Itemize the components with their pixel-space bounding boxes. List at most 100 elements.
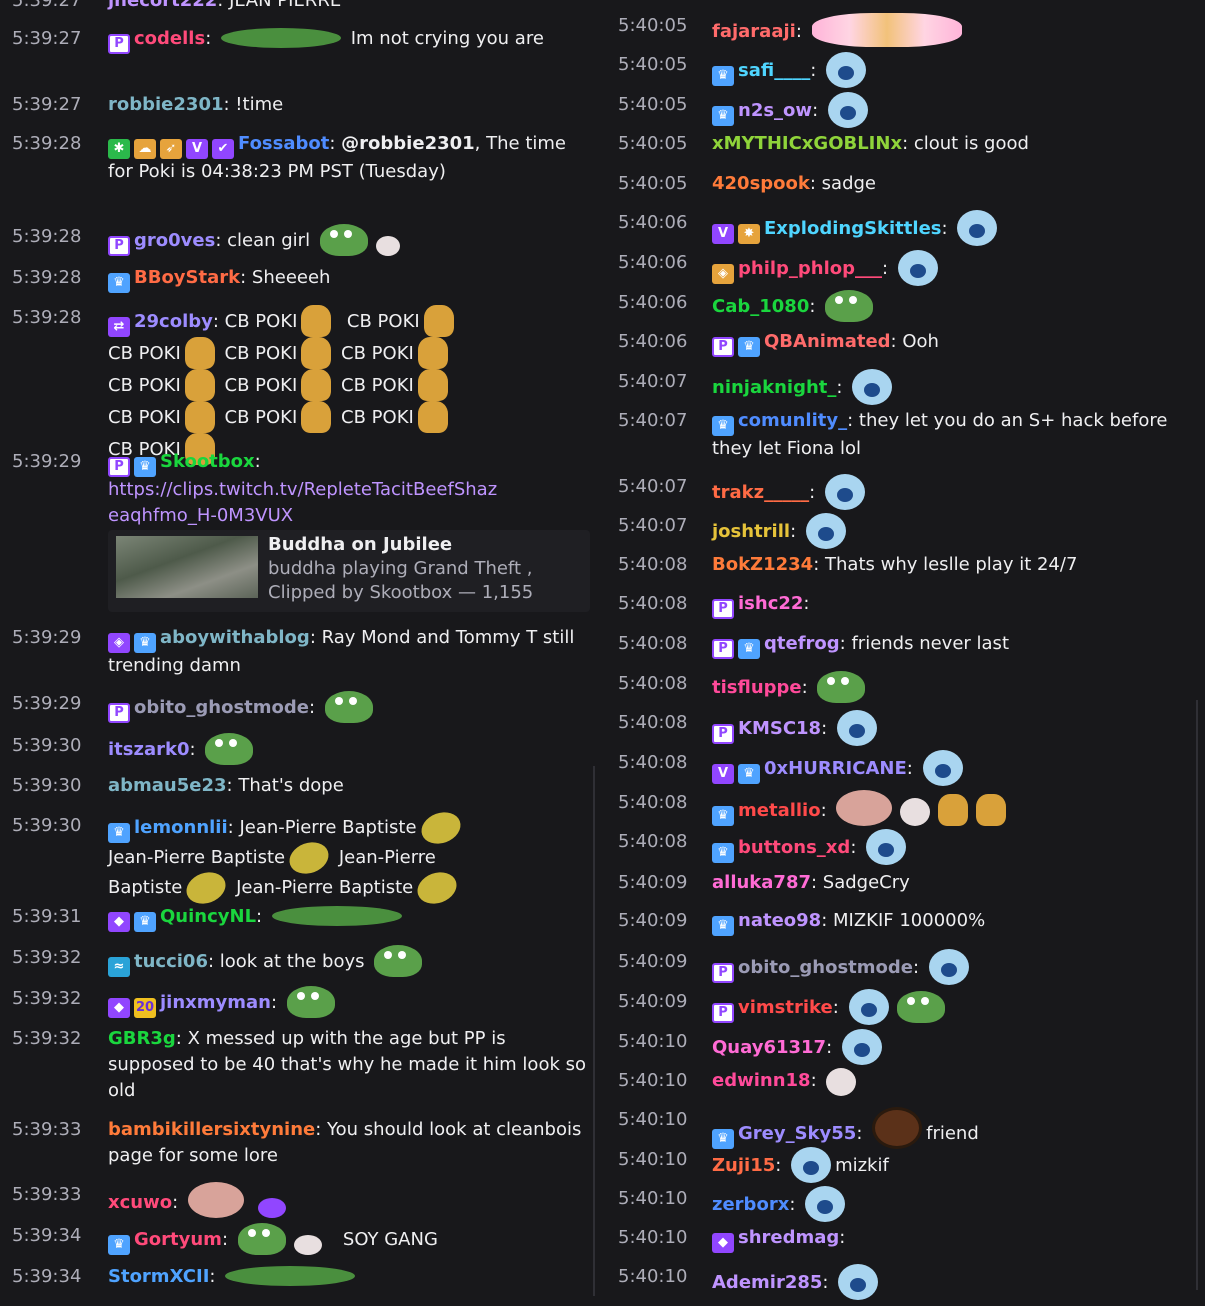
crown-badge-icon[interactable]: ♛ — [738, 639, 760, 659]
username[interactable]: 29colby — [134, 311, 213, 332]
crown-badge-icon[interactable]: ♛ — [712, 416, 734, 436]
username[interactable]: abmau5e23 — [108, 775, 227, 796]
username[interactable]: Zuji15 — [712, 1155, 775, 1176]
username[interactable]: joshtrill — [712, 521, 790, 542]
username[interactable]: Skootbox — [160, 451, 255, 472]
username[interactable]: 0xHURRICANE — [764, 758, 907, 779]
crown-badge-icon[interactable]: ♛ — [712, 806, 734, 826]
username[interactable]: tisfluppe — [712, 677, 802, 698]
prime-badge-icon[interactable]: P — [712, 963, 734, 983]
username[interactable]: jinxmyman — [160, 992, 271, 1013]
username[interactable]: Grey_Sky55 — [738, 1123, 856, 1144]
crown-badge-icon[interactable]: ♛ — [738, 764, 760, 784]
username[interactable]: Quay61317 — [712, 1037, 826, 1058]
username[interactable]: alluka787 — [712, 872, 811, 893]
crown-badge-icon[interactable]: ♛ — [712, 106, 734, 126]
gear-badge-icon[interactable]: ✱ — [108, 139, 130, 159]
gem-badge-icon[interactable]: ◆ — [108, 912, 130, 932]
username[interactable]: Gortyum — [134, 1229, 222, 1250]
username[interactable]: KMSC18 — [738, 718, 821, 739]
crown-badge-icon[interactable]: ♛ — [134, 633, 156, 653]
username[interactable]: buttons_xd — [738, 837, 850, 858]
gem-badge-icon[interactable]: ◆ — [108, 998, 130, 1018]
username[interactable]: ishc22 — [738, 593, 803, 614]
crown-badge-icon[interactable]: ♛ — [712, 66, 734, 86]
mention[interactable]: @robbie2301 — [341, 133, 475, 154]
username[interactable]: vimstrike — [738, 997, 833, 1018]
username[interactable]: xcuwo — [108, 1192, 172, 1213]
username[interactable]: ExplodingSkittles — [764, 218, 942, 239]
crown-badge-icon[interactable]: ♛ — [108, 1235, 130, 1255]
username[interactable]: safi____ — [738, 60, 810, 81]
username[interactable]: 420spook — [712, 173, 810, 194]
crown-badge-icon[interactable]: ♛ — [108, 273, 130, 293]
username[interactable]: BBoyStark — [134, 267, 240, 288]
prime-badge-icon[interactable]: P — [712, 639, 734, 659]
username[interactable]: itszark0 — [108, 739, 189, 760]
vip-badge-icon[interactable]: V — [712, 224, 734, 244]
username[interactable]: GBR3g — [108, 1028, 176, 1049]
username[interactable]: tucci06 — [134, 951, 208, 972]
username[interactable]: Cab_1080 — [712, 296, 809, 317]
shield-badge-icon[interactable]: ◈ — [108, 633, 130, 653]
prime-badge-icon[interactable]: P — [712, 1003, 734, 1023]
username[interactable]: n2s_ow — [738, 100, 812, 121]
clip-thumbnail[interactable] — [116, 536, 258, 598]
username[interactable]: robbie2301 — [108, 94, 224, 115]
username[interactable]: Fossabot — [238, 133, 329, 154]
username[interactable]: nateo98 — [738, 910, 821, 931]
vip-badge-icon[interactable]: V — [712, 764, 734, 784]
username[interactable]: lemonnlii — [134, 817, 228, 838]
username[interactable]: QuincyNL — [160, 906, 256, 927]
clip-embed-card[interactable]: Buddha on Jubilee buddha playing Grand T… — [108, 530, 590, 612]
username[interactable]: obito_ghostmode — [134, 697, 309, 718]
shield-badge-icon[interactable]: ◈ — [712, 264, 734, 284]
username[interactable]: jnecort222 — [108, 0, 217, 11]
crown-badge-icon[interactable]: ♛ — [738, 337, 760, 357]
username[interactable]: qtefrog — [764, 633, 840, 654]
prime-badge-icon[interactable]: P — [108, 34, 130, 54]
username[interactable]: comunlity_ — [738, 410, 847, 431]
username[interactable]: fajaraaji — [712, 21, 796, 42]
username[interactable]: BokZ1234 — [712, 554, 813, 575]
bird-badge-icon[interactable]: ➶ — [160, 139, 182, 159]
username[interactable]: philp_phlop___ — [738, 258, 882, 279]
username[interactable]: gro0ves — [134, 230, 215, 251]
sub-badge-icon[interactable]: ⇄ — [108, 317, 130, 337]
vip-badge-icon[interactable]: V — [186, 139, 208, 159]
verified-badge-icon[interactable]: ✔ — [212, 139, 234, 159]
explosion-badge-icon[interactable]: ✸ — [738, 224, 760, 244]
username[interactable]: obito_ghostmode — [738, 957, 913, 978]
cat-emote-icon — [184, 337, 215, 369]
prime-badge-icon[interactable]: P — [712, 337, 734, 357]
username[interactable]: zerborx — [712, 1194, 789, 1215]
cloud-badge-icon[interactable]: ☁ — [134, 139, 156, 159]
crown-badge-icon[interactable]: ♛ — [134, 457, 156, 477]
crown-badge-icon[interactable]: ♛ — [712, 1129, 734, 1149]
username[interactable]: Ademir285 — [712, 1272, 822, 1293]
username[interactable]: codells — [134, 28, 205, 49]
prime-badge-icon[interactable]: P — [108, 457, 130, 477]
prime-badge-icon[interactable]: P — [108, 236, 130, 256]
username[interactable]: shredmag — [738, 1227, 839, 1248]
username[interactable]: xMYTHICxGOBLINx — [712, 133, 902, 154]
username[interactable]: QBAnimated — [764, 331, 891, 352]
username[interactable]: aboywithablog — [160, 627, 310, 648]
username[interactable]: ninjaknight_ — [712, 377, 836, 398]
sub-20-badge-icon[interactable]: 20 — [134, 998, 156, 1018]
username[interactable]: bambikillersixtynine — [108, 1119, 315, 1140]
username[interactable]: StormXCII — [108, 1266, 209, 1287]
crown-badge-icon[interactable]: ♛ — [712, 916, 734, 936]
prime-badge-icon[interactable]: P — [712, 599, 734, 619]
wave-badge-icon[interactable]: ≈ — [108, 957, 130, 977]
clip-link[interactable]: https://clips.twitch.tv/RepleteTacitBeef… — [108, 479, 497, 526]
gem-badge-icon[interactable]: ◆ — [712, 1233, 734, 1253]
prime-badge-icon[interactable]: P — [108, 703, 130, 723]
username[interactable]: metallio — [738, 800, 821, 821]
username[interactable]: edwinn18 — [712, 1070, 811, 1091]
username[interactable]: trakz_____ — [712, 482, 809, 503]
prime-badge-icon[interactable]: P — [712, 724, 734, 744]
crown-badge-icon[interactable]: ♛ — [108, 823, 130, 843]
crown-badge-icon[interactable]: ♛ — [712, 843, 734, 863]
crown-badge-icon[interactable]: ♛ — [134, 912, 156, 932]
